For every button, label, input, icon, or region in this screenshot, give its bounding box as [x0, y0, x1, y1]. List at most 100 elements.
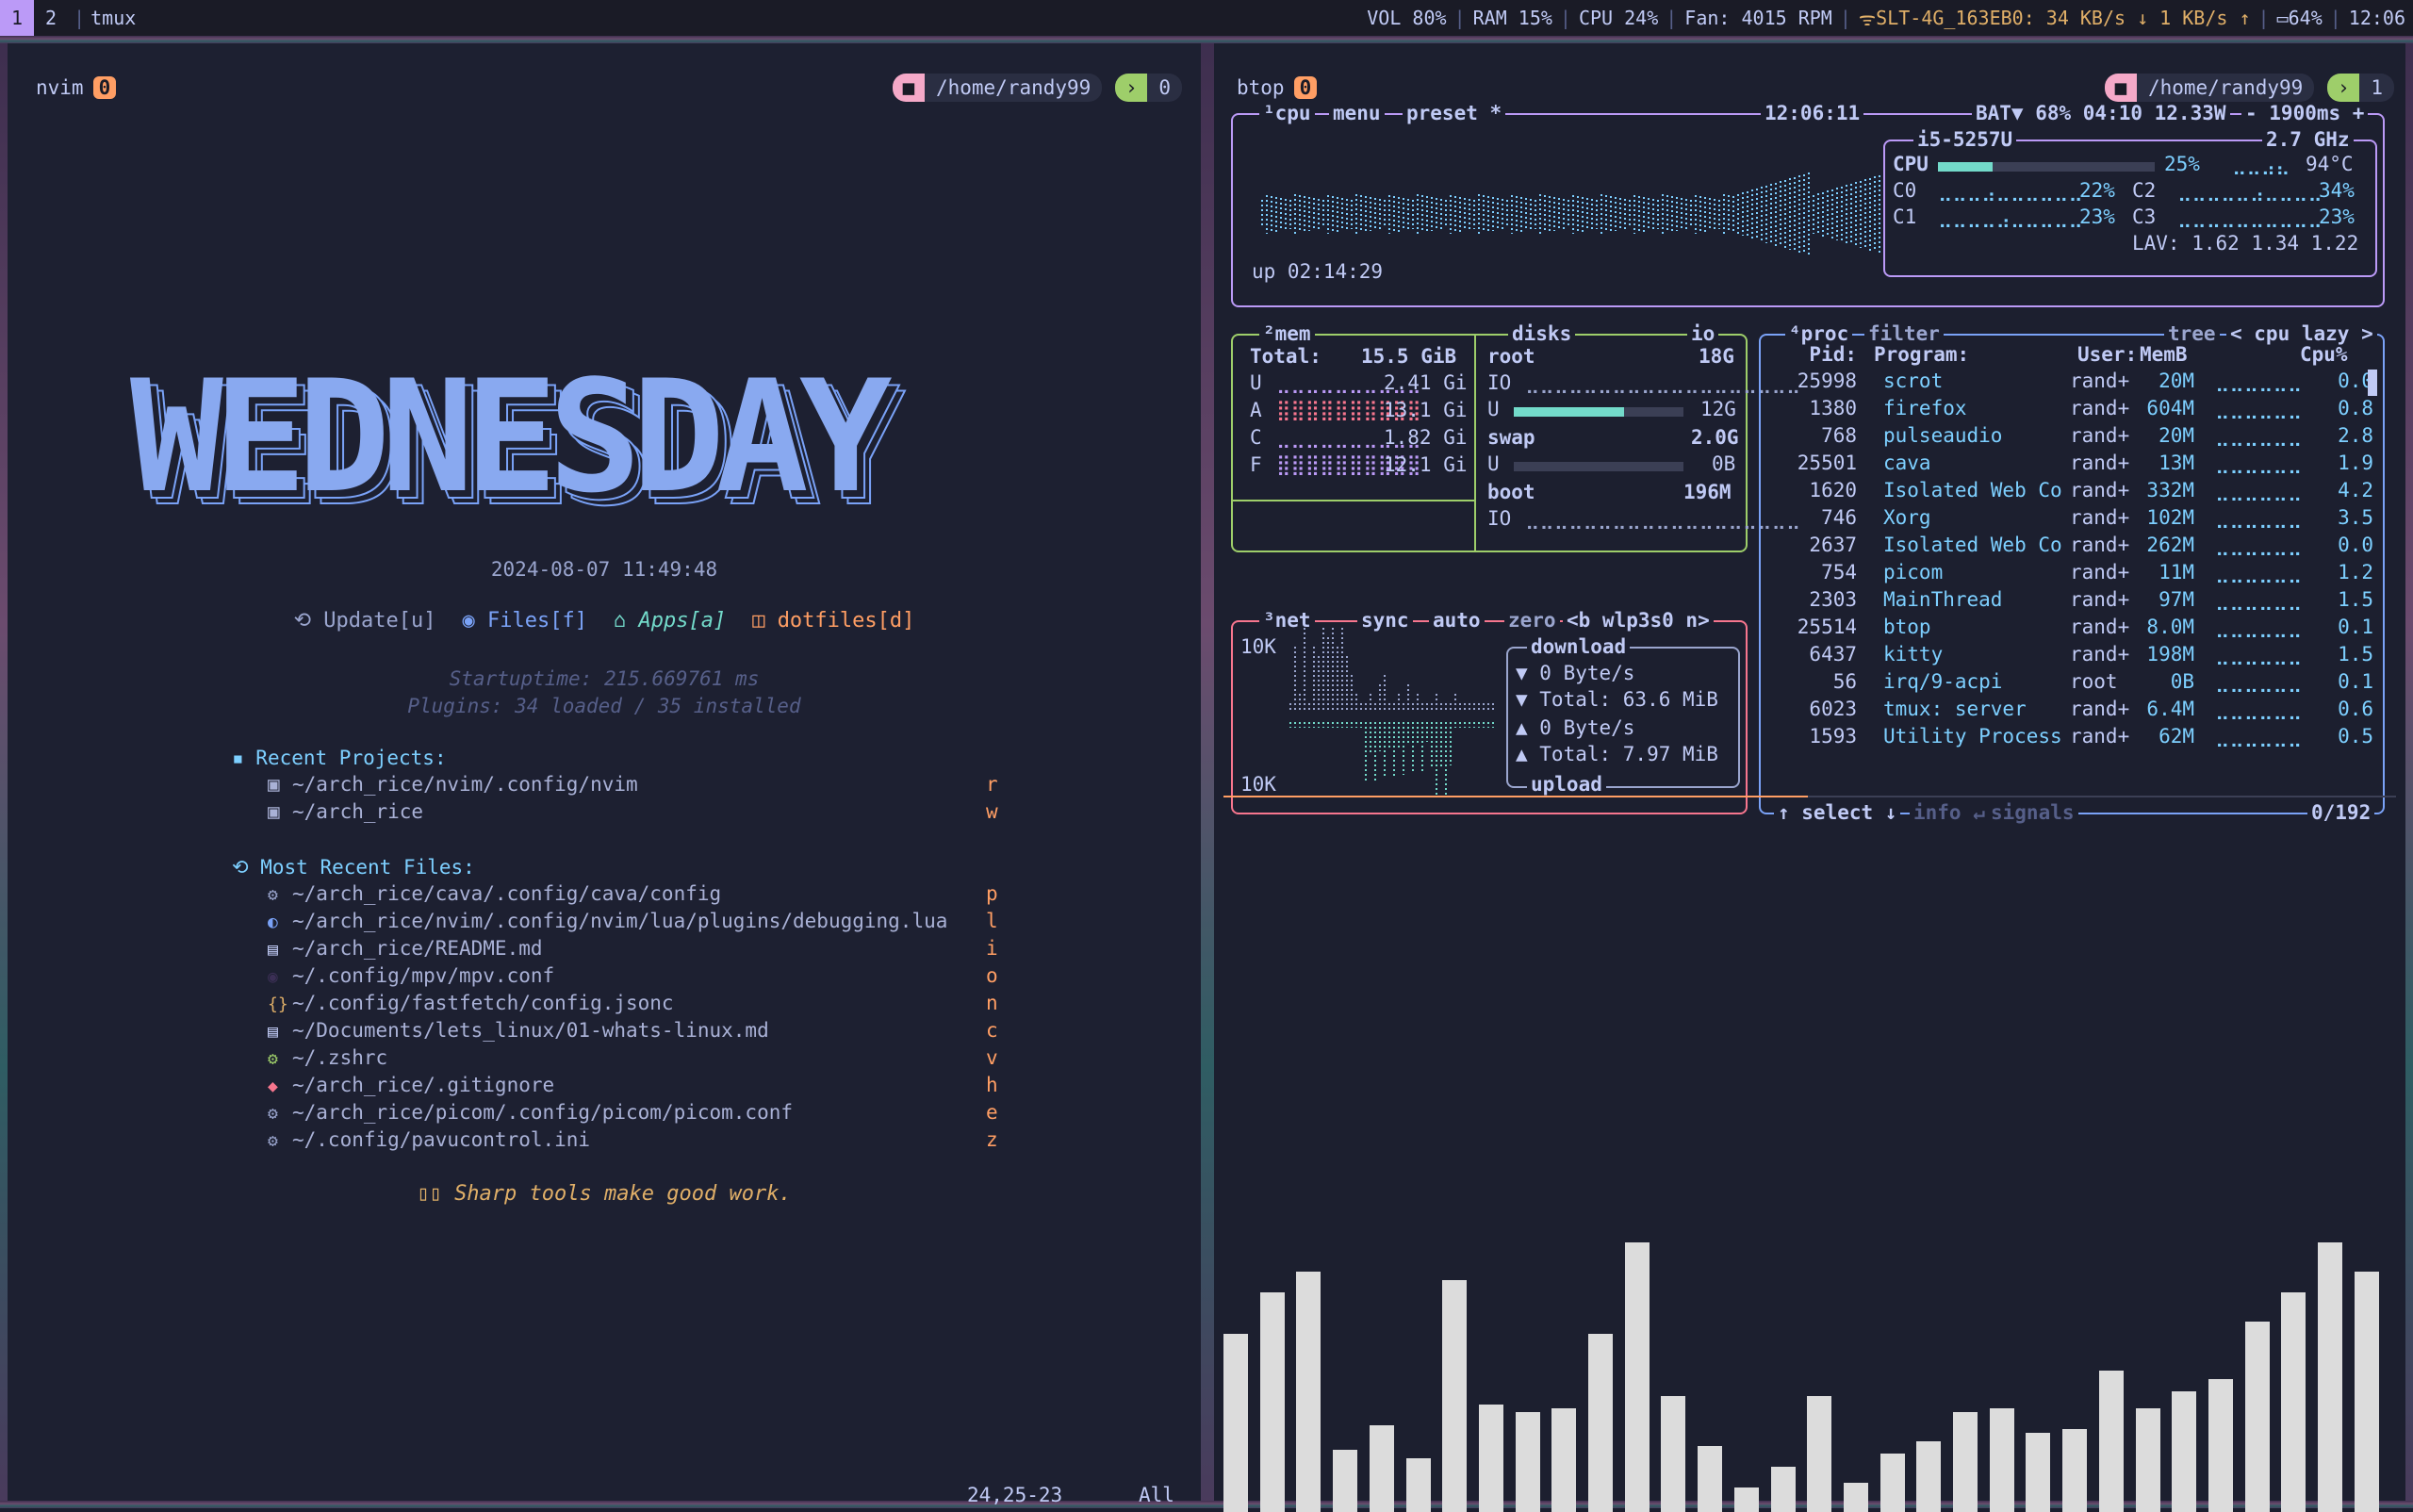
file-shortcut-key: z [986, 1128, 998, 1151]
btop-window[interactable]: btop 0 ■ /home/randy99 › 1 ¹cpu menu pre… [1214, 43, 2405, 1512]
recent-file-item[interactable]: ⚙ ~/.zshrc [268, 1046, 387, 1069]
process-row[interactable]: 768 pulseaudio rand+ 20M ⣀⣀⣀⣀⣀⣀ 2.8 [1780, 424, 2383, 452]
process-list[interactable]: 25998 scrot rand+ 20M ⣀⣀⣀⣀⣀⣀ 0.0 1380 firefox ra… [1780, 370, 2383, 775]
proc-label[interactable]: ⁴proc [1785, 322, 1853, 345]
disk-root-used-label: U [1487, 398, 1500, 420]
proc-filter[interactable]: filter [1864, 322, 1944, 345]
proc-tree[interactable]: tree [2164, 322, 2220, 345]
process-row[interactable]: 6023 tmux: server rand+ 6.4M ⣀⣀⣀⣀⣀⣀ 0.6 [1780, 698, 2383, 725]
process-row[interactable]: 1593 Utility Process rand+ 62M ⣀⣀⣀⣀⣀⣀ 0.5 [1780, 725, 2383, 752]
proc-sort[interactable]: < cpu lazy > [2226, 322, 2377, 345]
cpu-header[interactable]: Cpu% [2300, 343, 2348, 366]
net-upload-column [1313, 722, 1315, 728]
process-row[interactable]: 6437 kitty rand+ 198M ⣀⣀⣀⣀⣀⣀ 1.5 [1780, 643, 2383, 670]
process-row[interactable]: 2303 MainThread rand+ 97M ⣀⣀⣀⣀⣀⣀ 1.5 [1780, 588, 2383, 616]
cpu-graph-column [1586, 197, 1588, 231]
menu-label[interactable]: menu [1329, 102, 1385, 124]
user-header[interactable]: User: [2077, 343, 2137, 366]
disk-boot-name: boot [1487, 481, 1535, 503]
net-interface[interactable]: <b wlp3s0 n> [1563, 609, 1714, 632]
cpu-graph-column [1803, 173, 1805, 255]
refresh-rate[interactable]: - 1900ms + [2241, 102, 2369, 124]
process-row[interactable]: 754 picom rand+ 11M ⣀⣀⣀⣀⣀⣀ 1.2 [1780, 561, 2383, 588]
cpu-graph-column [1530, 198, 1532, 230]
process-row[interactable]: 25501 cava rand+ 13M ⣀⣀⣀⣀⣀⣀ 1.9 [1780, 452, 2383, 479]
program-header[interactable]: Program: [1874, 343, 1969, 366]
process-row[interactable]: 56 irq/9-acpi root 0B ⣀⣀⣀⣀⣀⣀ 0.1 [1780, 670, 2383, 698]
pid-header[interactable]: Pid: [1780, 343, 1857, 366]
process-row[interactable]: 25514 btop rand+ 8.0M ⣀⣀⣀⣀⣀⣀ 0.1 [1780, 616, 2383, 643]
net-download-column [1431, 703, 1433, 713]
net-zero[interactable]: zero [1504, 609, 1560, 632]
io-label[interactable]: io [1687, 322, 1719, 345]
net-upload-column [1299, 722, 1301, 728]
net-label[interactable]: ³net [1259, 609, 1315, 632]
recent-file-item[interactable]: ▤ ~/Documents/lets_linux/01-whats-linux.m… [268, 1019, 769, 1042]
recent-file-item[interactable]: ⚙ ~/.config/pavucontrol.ini [268, 1128, 590, 1151]
net-upload-column [1374, 722, 1376, 781]
net-sync[interactable]: sync [1357, 609, 1413, 632]
core-c2-graph: ⣀⣀⣀⣀⣀⣠⣀⣀⣀⣀ [2177, 179, 2323, 202]
recent-file-item[interactable]: ◐ ~/arch_rice/nvim/.config/nvim/lua/plugi… [268, 910, 947, 932]
cpu-freq: 2.7 GHz [2262, 128, 2354, 151]
proc-info[interactable]: info ↵ [1910, 801, 1989, 824]
nvim-window[interactable]: nvim 0 ■ /home/randy99 › 0 WEDNESDAY WED… [8, 43, 1201, 1506]
net-download-column [1421, 703, 1423, 713]
dotfiles-label: dotfiles[d] [777, 609, 915, 633]
cpu-graph-column [1808, 173, 1810, 255]
file-shortcut-key: o [986, 964, 998, 987]
workspace-1[interactable]: 1 [0, 0, 35, 36]
process-cpu-graph: ⣀⣀⣀⣀⣀⣀ [2215, 561, 2303, 583]
cpu-graph-column [1327, 194, 1329, 234]
mem-header[interactable]: MemB [2140, 343, 2188, 366]
net-box: ³net sync auto zero <b wlp3s0 n> 10K 10K… [1231, 609, 1748, 814]
proc-select[interactable]: ↑ select ↓ [1774, 801, 1901, 824]
process-row[interactable]: 1380 firefox rand+ 604M ⣀⣀⣀⣀⣀⣀ 0.8 [1780, 397, 2383, 424]
upload-total: ▲ Total: 7.97 MiB [1516, 743, 1718, 765]
process-name: btop [1883, 616, 1931, 638]
cpu-graph-column [1822, 191, 1824, 237]
net-upload-column [1412, 722, 1414, 773]
recent-file-item[interactable]: ◆ ~/arch_rice/.gitignore [268, 1074, 554, 1096]
mem-total: 15.5 GiB [1361, 345, 1457, 368]
process-row[interactable]: 1620 Isolated Web Co rand+ 332M ⣀⣀⣀⣀⣀⣀ 4.2 [1780, 479, 2383, 506]
recent-project-item[interactable]: ▣ ~/arch_rice/nvim/.config/nvim [268, 773, 638, 796]
cpu-label[interactable]: ¹cpu [1259, 102, 1315, 124]
net-auto[interactable]: auto [1429, 609, 1485, 632]
net-download-column [1450, 703, 1452, 713]
process-mem: 6.4M [2146, 698, 2194, 720]
cava-bar [2062, 1429, 2088, 1512]
mem-label[interactable]: ²mem [1259, 322, 1315, 345]
file-shortcut-key: p [986, 882, 998, 905]
cpu-graph-column [1483, 195, 1485, 233]
apps-action[interactable]: ⌂ Apps[a] [614, 609, 726, 633]
process-cpu-graph: ⣀⣀⣀⣀⣀⣀ [2215, 479, 2303, 501]
process-row[interactable]: 25998 scrot rand+ 20M ⣀⣀⣀⣀⣀⣀ 0.0 [1780, 370, 2383, 397]
cpu-graph-column [1563, 199, 1565, 229]
process-row[interactable]: 2637 Isolated Web Co rand+ 262M ⣀⣀⣀⣀⣀⣀ 0.0 [1780, 534, 2383, 561]
net-download-column [1355, 694, 1357, 713]
process-row[interactable]: 746 Xorg rand+ 102M ⣀⣀⣀⣀⣀⣀ 3.5 [1780, 506, 2383, 534]
gear-icon: ⚙ [268, 1131, 278, 1151]
recent-file-item[interactable]: {} ~/.config/fastfetch/config.jsonc [268, 992, 674, 1014]
dashboard-stats: Startuptime: 215.669761 ms Plugins: 34 l… [8, 666, 1201, 720]
update-action[interactable]: ⟲ Update[u] [294, 609, 436, 633]
cpu-graph-column [1304, 196, 1305, 232]
recent-project-item[interactable]: ▣ ~/arch_rice [268, 800, 423, 823]
workspace-2[interactable]: 2 [34, 0, 68, 36]
recent-file-item[interactable]: ▤ ~/arch_rice/README.md [268, 937, 543, 960]
file-path: ~/arch_rice/nvim/.config/nvim/lua/plugin… [292, 910, 948, 932]
proc-header: Pid: Program: User: MemB Cpu% [1780, 343, 2383, 370]
cpu-graph-column [1379, 199, 1381, 229]
proc-signals[interactable]: signals [1987, 801, 2078, 824]
dotfiles-action[interactable]: ◫ dotfiles[d] [752, 609, 914, 633]
preset-label[interactable]: preset * [1403, 102, 1506, 124]
mem-row-label: C [1250, 426, 1262, 449]
recent-file-item[interactable]: ⚙ ~/arch_rice/cava/.config/cava/config [268, 882, 721, 905]
recent-file-item[interactable]: ◉ ~/.config/mpv/mpv.conf [268, 964, 554, 987]
disks-label[interactable]: disks [1508, 322, 1576, 345]
files-action[interactable]: ◉ Files[f] [463, 609, 587, 633]
recent-file-item[interactable]: ⚙ ~/arch_rice/picom/.config/picom/picom.c… [268, 1101, 793, 1124]
proc-scrollbar[interactable] [2368, 370, 2377, 396]
net-upload-column [1294, 722, 1296, 728]
